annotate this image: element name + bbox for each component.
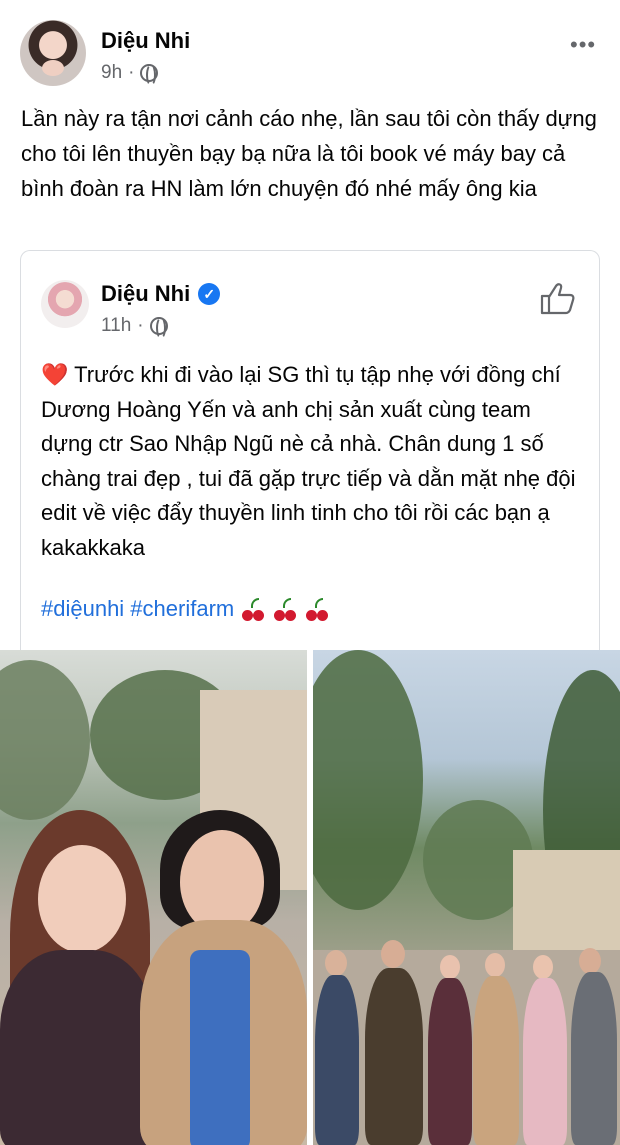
shared-author-name[interactable]: Diệu Nhi	[101, 281, 190, 307]
author-name[interactable]: Diệu Nhi	[101, 28, 190, 54]
more-options-button[interactable]: •••	[570, 32, 596, 58]
post-photo-group[interactable]	[313, 650, 620, 1145]
globe-icon	[140, 64, 159, 86]
hashtag-links[interactable]: #diệunhi #cherifarm	[41, 596, 234, 622]
verified-badge-icon: ✓	[198, 283, 221, 305]
shared-post-meta: 11h ·	[101, 315, 168, 339]
post-photo-selfie[interactable]	[0, 650, 307, 1145]
cherry-icon	[304, 596, 330, 622]
post-header: Diệu Nhi 9h · •••	[0, 0, 620, 100]
meta-separator: ·	[128, 62, 135, 83]
cherry-icon	[272, 596, 298, 622]
globe-icon	[149, 317, 168, 339]
post-text: Lần này ra tận nơi cảnh cáo nhẹ, lần sau…	[21, 106, 597, 201]
like-icon[interactable]	[539, 281, 575, 315]
shared-author: Diệu Nhi ✓	[101, 281, 221, 307]
shared-post-text: ❤️ Trước khi đi vào lại SG thì tụ tập nh…	[41, 358, 586, 565]
cherry-icon	[240, 596, 266, 622]
shared-author-avatar[interactable]	[41, 280, 89, 328]
post-time[interactable]: 9h	[101, 62, 122, 84]
shared-post-time[interactable]: 11h	[101, 315, 131, 337]
author-avatar[interactable]	[20, 20, 86, 86]
post-meta: 9h ·	[101, 62, 159, 86]
hashtags: #diệunhi #cherifarm	[41, 596, 330, 622]
shared-meta-separator: ·	[137, 315, 144, 336]
shared-post-card[interactable]: Diệu Nhi ✓ 11h · ❤️ Trước khi đi vào lại…	[20, 250, 600, 650]
heart-icon: ❤️	[41, 362, 69, 387]
shared-post-body: Trước khi đi vào lại SG thì tụ tập nhẹ v…	[41, 362, 576, 560]
